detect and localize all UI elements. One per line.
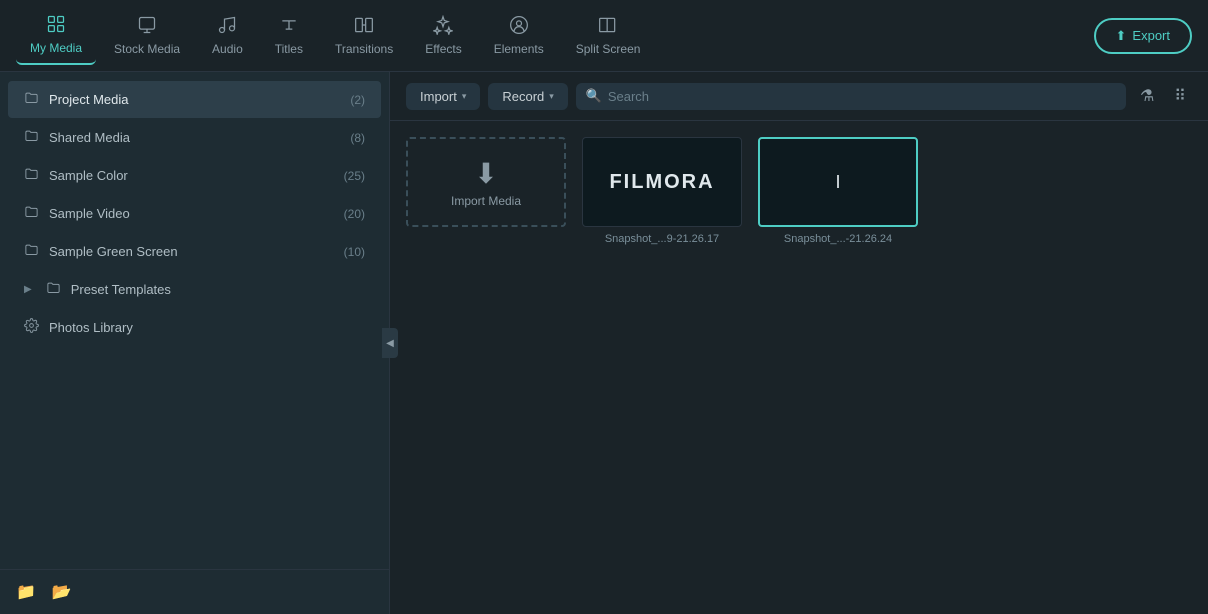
sidebar-item-shared-media[interactable]: Shared Media (8) <box>8 119 381 156</box>
sidebar-item-count: (10) <box>344 245 365 259</box>
snapshot2-text: I <box>835 172 840 193</box>
import-button[interactable]: Import ▾ <box>406 83 480 110</box>
nav-item-label: Effects <box>425 42 461 56</box>
record-dropdown-arrow: ▾ <box>549 91 554 102</box>
media-item-import[interactable]: ⬇ Import Media <box>406 137 566 245</box>
sidebar-item-sample-green-screen[interactable]: Sample Green Screen (10) <box>8 233 381 270</box>
snapshot1-filename: Snapshot_...9-21.26.17 <box>605 233 719 245</box>
import-label: Import <box>420 89 457 104</box>
import-upload-icon: ⬇ <box>451 157 521 190</box>
nav-item-label: Audio <box>212 42 243 56</box>
sidebar-item-label: Shared Media <box>49 130 340 145</box>
export-button[interactable]: ⬆ Export <box>1094 18 1192 54</box>
folder-icon <box>24 90 39 109</box>
grid-icon: ⠿ <box>1174 88 1186 105</box>
import-thumb: ⬇ Import Media <box>406 137 566 227</box>
top-nav: My Media Stock Media Audio Titles Transi… <box>0 0 1208 72</box>
import-folder-icon[interactable]: 📂 <box>52 582 72 602</box>
sidebar-item-count: (25) <box>344 169 365 183</box>
folder-icon <box>24 204 39 223</box>
nav-item-my-media[interactable]: My Media <box>16 6 96 65</box>
snapshot2-thumb: I <box>758 137 918 227</box>
sidebar-item-sample-video[interactable]: Sample Video (20) <box>8 195 381 232</box>
sidebar-item-sample-color[interactable]: Sample Color (25) <box>8 157 381 194</box>
sidebar-items: Project Media (2) Shared Media (8) Sampl… <box>0 72 389 569</box>
media-toolbar: Import ▾ Record ▾ 🔍 ⚗ ⠿ <box>390 72 1208 121</box>
folder-icon <box>46 280 61 299</box>
split-screen-icon <box>598 15 618 38</box>
nav-item-titles[interactable]: Titles <box>261 7 317 64</box>
grid-view-button[interactable]: ⠿ <box>1168 82 1192 110</box>
import-media-label: Import Media <box>451 194 521 208</box>
sidebar-item-label: Sample Video <box>49 206 334 221</box>
nav-items: My Media Stock Media Audio Titles Transi… <box>16 6 1094 65</box>
import-dropdown-arrow: ▾ <box>462 91 467 102</box>
sidebar: Project Media (2) Shared Media (8) Sampl… <box>0 72 390 614</box>
export-icon: ⬆ <box>1116 28 1127 44</box>
export-label: Export <box>1132 28 1170 43</box>
nav-item-label: Titles <box>275 42 303 56</box>
effects-icon <box>433 15 453 38</box>
sidebar-item-label: Sample Green Screen <box>49 244 334 259</box>
folder-icon <box>24 166 39 185</box>
transitions-icon <box>354 15 374 38</box>
gear-icon <box>24 318 39 337</box>
new-folder-icon[interactable]: 📁 <box>16 582 36 602</box>
nav-item-label: Transitions <box>335 42 393 56</box>
filter-icon: ⚗ <box>1140 88 1154 105</box>
media-item-snapshot1[interactable]: FILMORA Snapshot_...9-21.26.17 <box>582 137 742 245</box>
media-panel: Import ▾ Record ▾ 🔍 ⚗ ⠿ ⬇ Import Media <box>390 72 1208 614</box>
folder-icon <box>24 128 39 147</box>
filter-button[interactable]: ⚗ <box>1134 82 1160 110</box>
media-item-snapshot2[interactable]: I Snapshot_...-21.26.24 <box>758 137 918 245</box>
nav-item-label: Elements <box>494 42 544 56</box>
sidebar-item-label: Sample Color <box>49 168 334 183</box>
snapshot1-thumb: FILMORA <box>582 137 742 227</box>
nav-item-effects[interactable]: Effects <box>411 7 475 64</box>
sidebar-item-label: Preset Templates <box>71 282 365 297</box>
nav-item-transitions[interactable]: Transitions <box>321 7 407 64</box>
record-button[interactable]: Record ▾ <box>488 83 567 110</box>
sidebar-footer: 📁 📂 <box>0 569 389 614</box>
nav-item-label: Stock Media <box>114 42 180 56</box>
elements-icon <box>509 15 529 38</box>
media-grid: ⬇ Import Media FILMORA Snapshot_...9-21.… <box>390 121 1208 614</box>
stock-media-icon <box>137 15 157 38</box>
my-media-icon <box>46 14 66 37</box>
sidebar-item-project-media[interactable]: Project Media (2) <box>8 81 381 118</box>
sidebar-item-preset-templates[interactable]: ▶ Preset Templates <box>8 271 381 308</box>
filmora-text: FILMORA <box>609 171 714 194</box>
sidebar-item-count: (20) <box>344 207 365 221</box>
audio-icon <box>217 15 237 38</box>
search-wrapper: 🔍 <box>576 83 1126 110</box>
nav-item-label: Split Screen <box>576 42 641 56</box>
snapshot2-filename: Snapshot_...-21.26.24 <box>784 233 892 245</box>
nav-item-split-screen[interactable]: Split Screen <box>562 7 655 64</box>
nav-item-audio[interactable]: Audio <box>198 7 257 64</box>
chevron-icon: ▶ <box>24 284 32 295</box>
record-label: Record <box>502 89 544 104</box>
titles-icon <box>279 15 299 38</box>
main-content: Project Media (2) Shared Media (8) Sampl… <box>0 72 1208 614</box>
nav-item-elements[interactable]: Elements <box>480 7 558 64</box>
sidebar-item-count: (8) <box>350 131 365 145</box>
sidebar-item-photos-library[interactable]: Photos Library <box>8 309 381 346</box>
sidebar-item-label: Photos Library <box>49 320 365 335</box>
collapse-arrow[interactable]: ◀ <box>382 328 398 358</box>
nav-item-stock-media[interactable]: Stock Media <box>100 7 194 64</box>
search-input[interactable] <box>576 83 1126 110</box>
sidebar-item-count: (2) <box>350 93 365 107</box>
nav-item-label: My Media <box>30 41 82 55</box>
folder-icon <box>24 242 39 261</box>
sidebar-item-label: Project Media <box>49 92 340 107</box>
